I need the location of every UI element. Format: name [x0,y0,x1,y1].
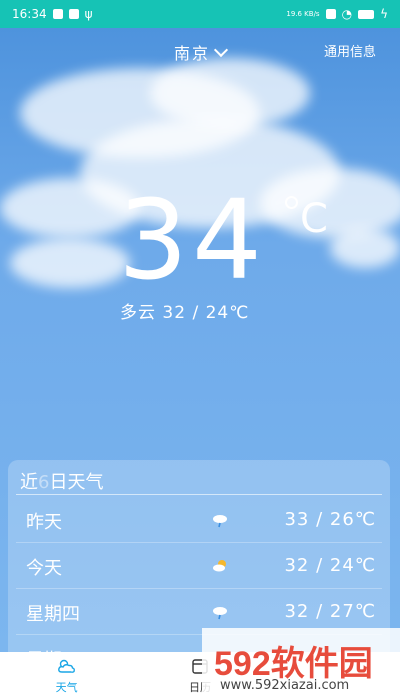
rain-cloud-icon [213,607,227,620]
degree-symbol [285,196,298,209]
nfc-icon [325,9,336,19]
forecast-day: 今天 [26,558,62,579]
general-info-link[interactable]: 通用信息 [324,41,376,60]
forecast-divider [16,494,382,495]
forecast-day: 星期四 [26,604,80,625]
battery-icon [358,9,375,19]
net-speed: 19.6 KB/s [286,9,320,18]
temperature-unit: C [300,196,328,242]
app-icon [68,9,79,19]
status-bar: 16:34 ψ 19.6 KB/s ◔ ϟ [0,0,400,28]
city-name: 南京 [173,44,210,63]
watermark-url: www.592xiazai.com [220,678,350,693]
current-temperature: 34 [118,176,266,304]
watermark: 592软件园 www.592xiazai.com [202,628,400,700]
charging-icon: ϟ [380,7,388,21]
nav-weather-label: 天气 [55,680,78,694]
weather-summary: 多云 32 / 24℃ [120,303,250,323]
forecast-title: 近6日天气 [20,472,104,493]
cloud-sun-icon [57,659,75,673]
chevron-down-icon [213,42,229,58]
status-time: 16:34 [12,7,47,21]
forecast-temps: 32 / 24℃ [284,555,376,576]
forecast-row[interactable]: 昨天 33 / 26℃ [16,498,382,543]
wifi-icon: ◔ [341,7,353,21]
forecast-temps: 32 / 27℃ [284,601,376,622]
nav-weather[interactable]: 天气 [27,658,107,695]
forecast-row[interactable]: 今天 32 / 24℃ [16,544,382,589]
forecast-temps: 33 / 26℃ [284,509,376,530]
rain-cloud-icon [213,515,227,528]
usb-icon: ψ [84,7,93,21]
forecast-day: 昨天 [26,512,62,533]
shield-icon [52,9,63,19]
partly-cloudy-icon [213,560,226,572]
